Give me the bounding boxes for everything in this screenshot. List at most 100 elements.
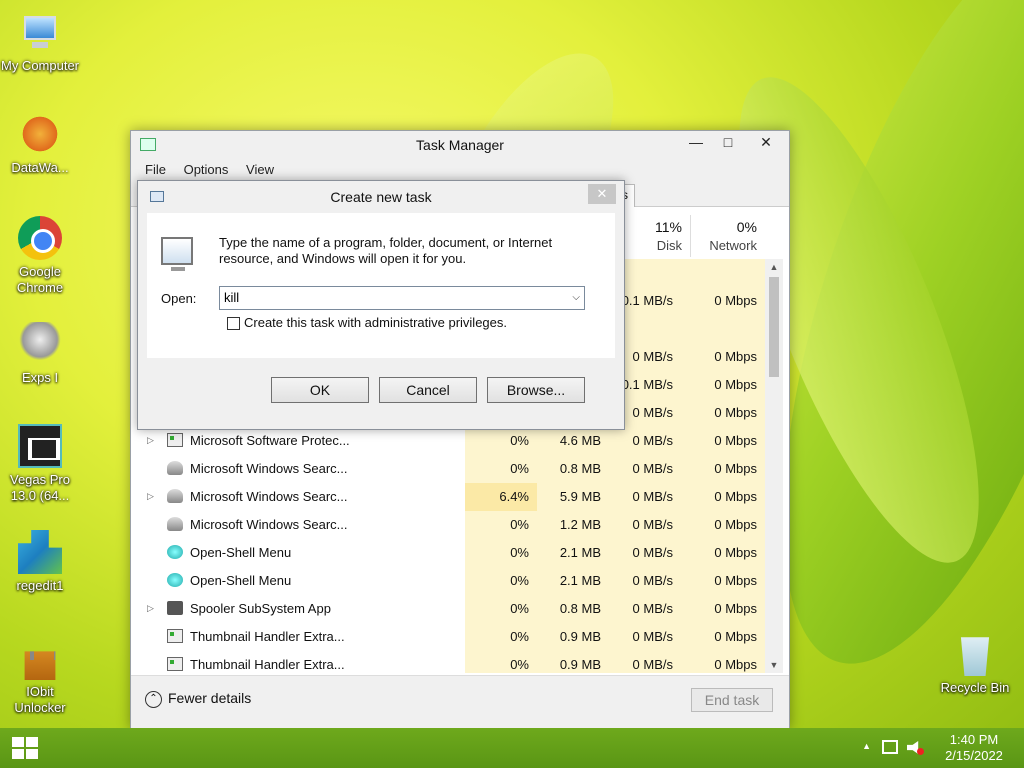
network-cell: 0 Mbps	[681, 483, 765, 511]
process-app-icon	[167, 629, 183, 643]
table-row[interactable]: Open-Shell Menu 0% 2.1 MB 0 MB/s 0 Mbps	[139, 539, 765, 567]
memory-cell: 2.1 MB	[537, 539, 609, 567]
memory-cell: 4.6 MB	[537, 427, 609, 455]
disk-cell: 0 MB/s	[609, 651, 681, 673]
menu-bar: File Options View	[131, 159, 789, 181]
disk-cell: 0 MB/s	[609, 595, 681, 623]
fewer-details-button[interactable]: ⌃ Fewer details	[145, 690, 251, 708]
disk-cell: 0 MB/s	[609, 567, 681, 595]
chrome-icon	[18, 216, 62, 260]
expand-chevron-icon[interactable]: ▷	[147, 603, 154, 614]
desktop-icon-exps[interactable]: Exps I	[0, 322, 80, 386]
memory-cell: 0.9 MB	[537, 651, 609, 673]
cancel-button[interactable]: Cancel	[379, 377, 477, 403]
run-program-icon	[161, 237, 193, 271]
desktop-icon-iobit-unlocker[interactable]: IObit Unlocker	[0, 636, 80, 716]
disk-cell: 0 MB/s	[609, 483, 681, 511]
menu-options[interactable]: Options	[184, 159, 229, 181]
open-combobox[interactable]: kill ⌵	[219, 286, 585, 310]
column-header-network[interactable]: 0% Network	[693, 215, 765, 257]
desktop-icon-vegas-pro[interactable]: Vegas Pro 13.0 (64...	[0, 424, 80, 504]
regedit-icon	[18, 530, 62, 574]
desktop-icon-regedit[interactable]: regedit1	[0, 530, 80, 594]
table-row[interactable]: ▷ Microsoft Windows Searc... 6.4% 5.9 MB…	[139, 483, 765, 511]
table-row[interactable]: ▷ Spooler SubSystem App 0% 0.8 MB 0 MB/s…	[139, 595, 765, 623]
disk-label: Disk	[656, 238, 682, 253]
start-button[interactable]	[12, 737, 38, 759]
desktop-icon-label: Recycle Bin	[940, 680, 1010, 695]
maximize-button[interactable]: □	[711, 131, 745, 153]
process-name: Open-Shell Menu	[190, 573, 292, 588]
table-row[interactable]: Open-Shell Menu 0% 2.1 MB 0 MB/s 0 Mbps	[139, 567, 765, 595]
disk-cell: 0 MB/s	[609, 511, 681, 539]
column-header-disk[interactable]: 11% Disk	[621, 215, 691, 257]
show-hidden-icons-icon[interactable]: ▲	[862, 741, 871, 751]
desktop-icon-label: Vegas Pro 13.0 (64...	[10, 472, 70, 503]
iobit-unlocker-icon	[24, 651, 56, 680]
table-row[interactable]: Microsoft Windows Searc... 0% 0.8 MB 0 M…	[139, 455, 765, 483]
clock[interactable]: 1:40 PM 2/15/2022	[936, 732, 1012, 764]
footer-bar: ⌃ Fewer details End task	[131, 675, 789, 728]
network-icon[interactable]	[882, 740, 898, 754]
desktop-icon-label: regedit1	[16, 578, 64, 593]
desktop-icon-recycle-bin[interactable]: Recycle Bin	[935, 632, 1015, 696]
scroll-up-icon[interactable]: ▲	[765, 262, 783, 272]
menu-file[interactable]: File	[145, 159, 166, 181]
create-new-task-dialog[interactable]: Create new task ✕ Type the name of a pro…	[137, 180, 625, 430]
clock-date: 2/15/2022	[945, 748, 1003, 763]
recycle-bin-icon	[960, 637, 990, 676]
expand-chevron-icon[interactable]: ▷	[147, 435, 154, 446]
memory-cell: 1.2 MB	[537, 511, 609, 539]
desktop-icon-datawa[interactable]: DataWa...	[0, 112, 80, 176]
memory-cell: 0.8 MB	[537, 455, 609, 483]
network-cell: 0 Mbps	[681, 287, 765, 315]
open-input-value[interactable]: kill	[224, 290, 239, 305]
desktop-icon-chrome[interactable]: Google Chrome	[0, 216, 80, 296]
vegas-pro-icon	[18, 424, 62, 468]
browse-button[interactable]: Browse...	[487, 377, 585, 403]
clock-time: 1:40 PM	[949, 732, 999, 747]
process-name: Thumbnail Handler Extra...	[190, 629, 345, 644]
desktop-icon-label: IObit Unlocker	[14, 684, 66, 715]
process-name: Microsoft Windows Searc...	[190, 517, 348, 532]
scroll-down-icon[interactable]: ▼	[765, 660, 783, 670]
cpu-cell: 0%	[465, 623, 537, 651]
dialog-message: Type the name of a program, folder, docu…	[219, 235, 553, 266]
network-cell	[681, 315, 765, 343]
end-task-button[interactable]: End task	[691, 688, 773, 712]
desktop-icon-label: Exps I	[21, 370, 59, 385]
scroll-thumb[interactable]	[769, 277, 779, 377]
ok-button[interactable]: OK	[271, 377, 369, 403]
desktop-icon-my-computer[interactable]: My Computer	[0, 10, 80, 74]
table-row[interactable]: ▷ Microsoft Software Protec... 0% 4.6 MB…	[139, 427, 765, 455]
dialog-close-button[interactable]: ✕	[588, 184, 616, 204]
open-shell-icon	[167, 573, 183, 587]
process-name: Microsoft Windows Searc...	[190, 489, 348, 504]
admin-privileges-checkbox[interactable]: Create this task with administrative pri…	[227, 315, 507, 331]
memory-cell: 0.8 MB	[537, 595, 609, 623]
network-cell: 0 Mbps	[681, 567, 765, 595]
menu-view[interactable]: View	[246, 159, 274, 181]
table-row[interactable]: Microsoft Windows Searc... 0% 1.2 MB 0 M…	[139, 511, 765, 539]
cpu-cell: 0%	[465, 539, 537, 567]
minimize-button[interactable]: —	[679, 131, 713, 153]
vertical-scrollbar[interactable]: ▲ ▼	[765, 259, 783, 673]
disk-cell: 0 MB/s	[609, 539, 681, 567]
network-cell: 0 Mbps	[681, 511, 765, 539]
title-bar[interactable]: Task Manager — □ ✕	[131, 131, 789, 159]
checkbox-box[interactable]	[227, 317, 240, 331]
network-cell: 0 Mbps	[681, 595, 765, 623]
table-row[interactable]: Thumbnail Handler Extra... 0% 0.9 MB 0 M…	[139, 651, 765, 673]
fewer-details-label: Fewer details	[168, 690, 252, 706]
process-name: Spooler SubSystem App	[190, 601, 331, 616]
process-name: Thumbnail Handler Extra...	[190, 657, 345, 672]
memory-cell: 0.9 MB	[537, 623, 609, 651]
process-service-icon	[167, 461, 183, 475]
network-cell: 0 Mbps	[681, 427, 765, 455]
table-row[interactable]: Thumbnail Handler Extra... 0% 0.9 MB 0 M…	[139, 623, 765, 651]
chevron-down-icon[interactable]: ⌵	[572, 287, 580, 309]
dialog-title-bar[interactable]: Create new task ✕	[138, 181, 624, 211]
close-button[interactable]: ✕	[743, 131, 789, 153]
system-tray: ▲ 1:40 PM 2/15/2022	[844, 728, 1024, 768]
expand-chevron-icon[interactable]: ▷	[147, 491, 154, 502]
